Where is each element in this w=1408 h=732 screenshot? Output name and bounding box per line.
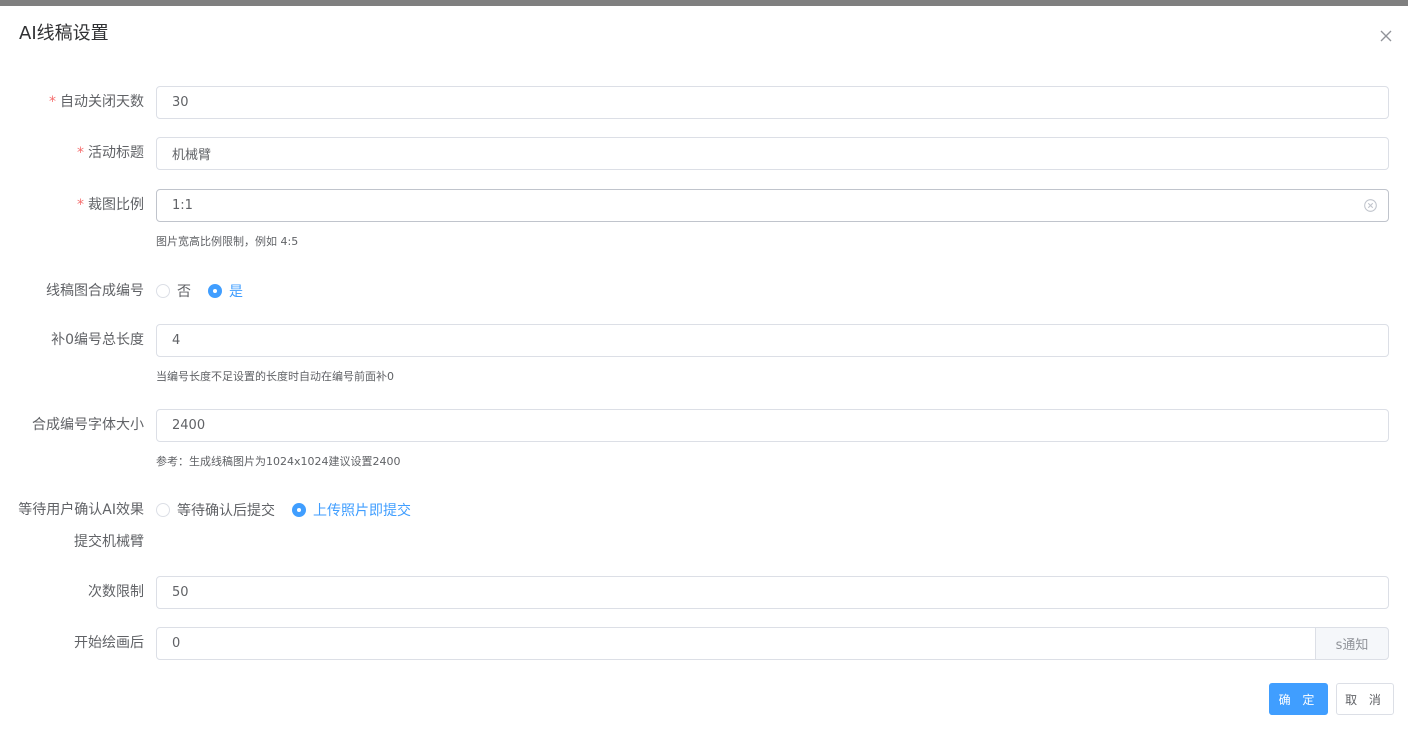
cancel-button[interactable]: 取 消 <box>1336 683 1394 715</box>
form-item-line-number-compose: 线稿图合成编号 否 是 <box>0 281 1408 301</box>
dialog-title: AI线稿设置 <box>19 23 109 44</box>
radio-upload-submit[interactable]: 上传照片即提交 <box>292 500 411 520</box>
notify-after-input-group: s通知 <box>156 627 1389 660</box>
notify-after-suffix: s通知 <box>1315 627 1389 660</box>
form-item-number-font-size: 合成编号字体大小 参考：生成线稿图片为1024x1024建议设置2400 <box>0 409 1408 469</box>
radio-circle-checked <box>292 503 306 517</box>
radio-yes[interactable]: 是 <box>208 281 243 301</box>
confirm-button[interactable]: 确 定 <box>1269 683 1328 715</box>
close-icon <box>1380 30 1392 42</box>
notify-after-input[interactable] <box>157 628 1315 659</box>
number-font-size-input-wrapper <box>156 409 1389 442</box>
required-asterisk: * <box>77 197 84 213</box>
form-label: 补0编号总长度 <box>51 332 144 348</box>
radio-label: 上传照片即提交 <box>313 503 411 519</box>
form-item-notify-after: 开始绘画后 s通知 <box>0 627 1408 660</box>
number-font-size-tip: 参考：生成线稿图片为1024x1024建议设置2400 <box>156 455 401 468</box>
number-font-size-input[interactable] <box>157 410 1388 441</box>
form-label: 开始绘画后 <box>74 635 144 651</box>
radio-circle <box>156 284 170 298</box>
activity-title-input[interactable] <box>157 138 1388 169</box>
activity-title-input-wrapper <box>156 137 1389 170</box>
form-item-activity-title: * 活动标题 <box>0 137 1408 170</box>
crop-ratio-input-wrapper <box>156 189 1389 222</box>
form-label: 次数限制 <box>88 584 144 600</box>
count-limit-input-wrapper <box>156 576 1389 609</box>
pad-zero-length-tip: 当编号长度不足设置的长度时自动在编号前面补0 <box>156 370 394 383</box>
radio-circle <box>156 503 170 517</box>
form-label-text: 裁图比例 <box>88 197 144 213</box>
dialog-close-button[interactable] <box>1376 26 1396 46</box>
form-item-pad-zero-length: 补0编号总长度 当编号长度不足设置的长度时自动在编号前面补0 <box>0 324 1408 384</box>
form-label-line2: 提交机械臂 <box>74 534 144 550</box>
crop-ratio-tip: 图片宽高比例限制，例如 4:5 <box>156 235 299 248</box>
radio-label: 否 <box>177 284 191 300</box>
notify-after-input-wrapper <box>156 627 1316 660</box>
required-asterisk: * <box>77 145 84 161</box>
radio-circle-checked <box>208 284 222 298</box>
radio-label: 等待确认后提交 <box>177 503 275 519</box>
radio-label: 是 <box>229 284 243 300</box>
form-label: * 自动关闭天数 <box>49 92 144 112</box>
radio-no[interactable]: 否 <box>156 281 191 301</box>
form-label-line1: 等待用户确认AI效果 <box>18 502 144 518</box>
form-label-text: 自动关闭天数 <box>60 94 144 110</box>
form-item-crop-ratio: *裁图比例 图片宽高比例限制，例如 4:5 <box>0 189 1408 249</box>
form-item-count-limit: 次数限制 <box>0 576 1408 609</box>
pad-zero-length-input-wrapper <box>156 324 1389 357</box>
form-label-text: 活动标题 <box>88 145 144 161</box>
form-item-auto-close-days: * 自动关闭天数 <box>0 86 1408 119</box>
form-label: * 活动标题 <box>77 143 144 163</box>
form-label: 合成编号字体大小 <box>32 417 144 433</box>
auto-close-days-input[interactable] <box>157 87 1388 118</box>
pad-zero-length-input[interactable] <box>157 325 1388 356</box>
radio-wait-confirm[interactable]: 等待确认后提交 <box>156 500 275 520</box>
crop-ratio-input[interactable] <box>157 190 1388 221</box>
required-asterisk: * <box>49 94 56 110</box>
form-label: * 裁图比例 <box>77 195 144 215</box>
form-label: 线稿图合成编号 <box>46 283 144 299</box>
auto-close-days-input-wrapper <box>156 86 1389 119</box>
form-item-wait-confirm: 等待用户确认AI效果 提交机械臂 等待确认后提交 上传照片即提交 <box>0 500 1408 552</box>
circle-close-icon[interactable] <box>1363 198 1378 213</box>
count-limit-input[interactable] <box>157 577 1388 608</box>
